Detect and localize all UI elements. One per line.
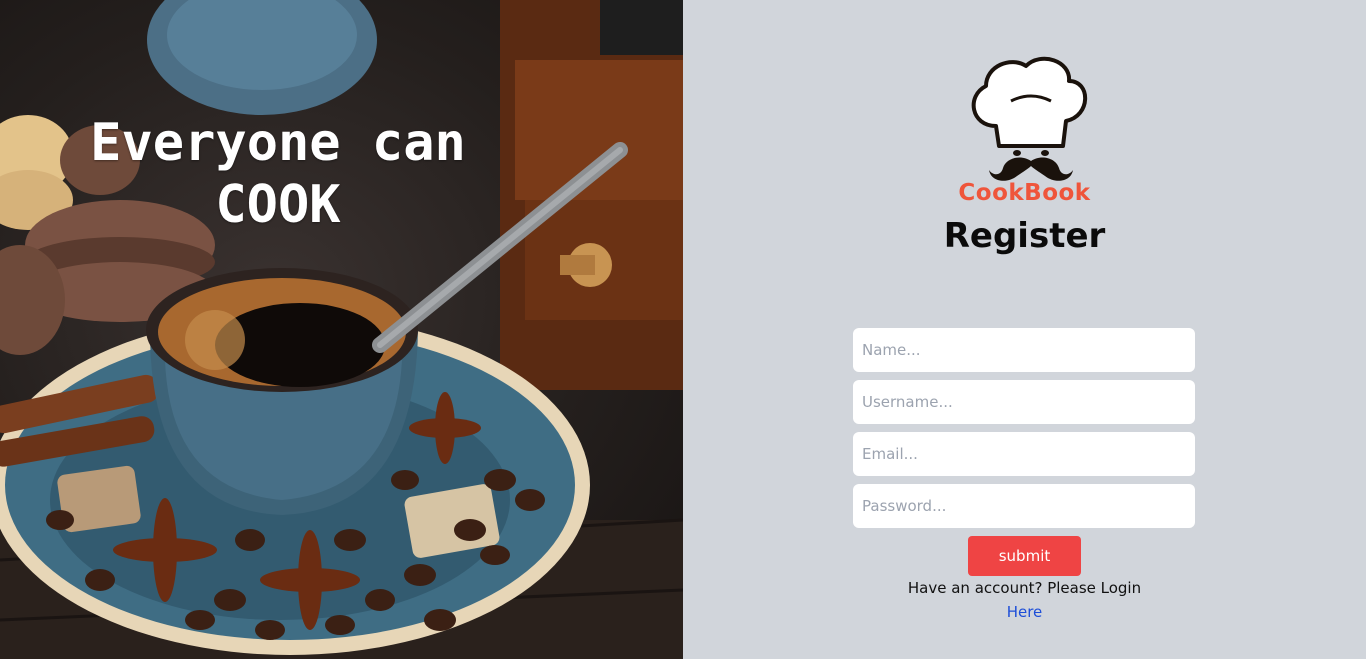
login-link[interactable]: Here <box>683 603 1366 621</box>
page-title: Register <box>943 216 1106 256</box>
name-input[interactable] <box>853 328 1195 372</box>
hero-coffee-image <box>0 0 683 659</box>
hero-title: Everyone can COOK <box>90 113 466 235</box>
email-input[interactable] <box>853 432 1195 476</box>
hero-panel: Everyone can COOK <box>0 0 683 659</box>
register-panel: CookBook Register submit Have an account… <box>683 0 1366 659</box>
submit-button[interactable]: submit <box>968 536 1081 576</box>
account-prompt: Have an account? Please Login <box>907 579 1142 597</box>
username-input[interactable] <box>853 380 1195 424</box>
brand-name: CookBook <box>958 180 1091 206</box>
password-input[interactable] <box>853 484 1195 528</box>
